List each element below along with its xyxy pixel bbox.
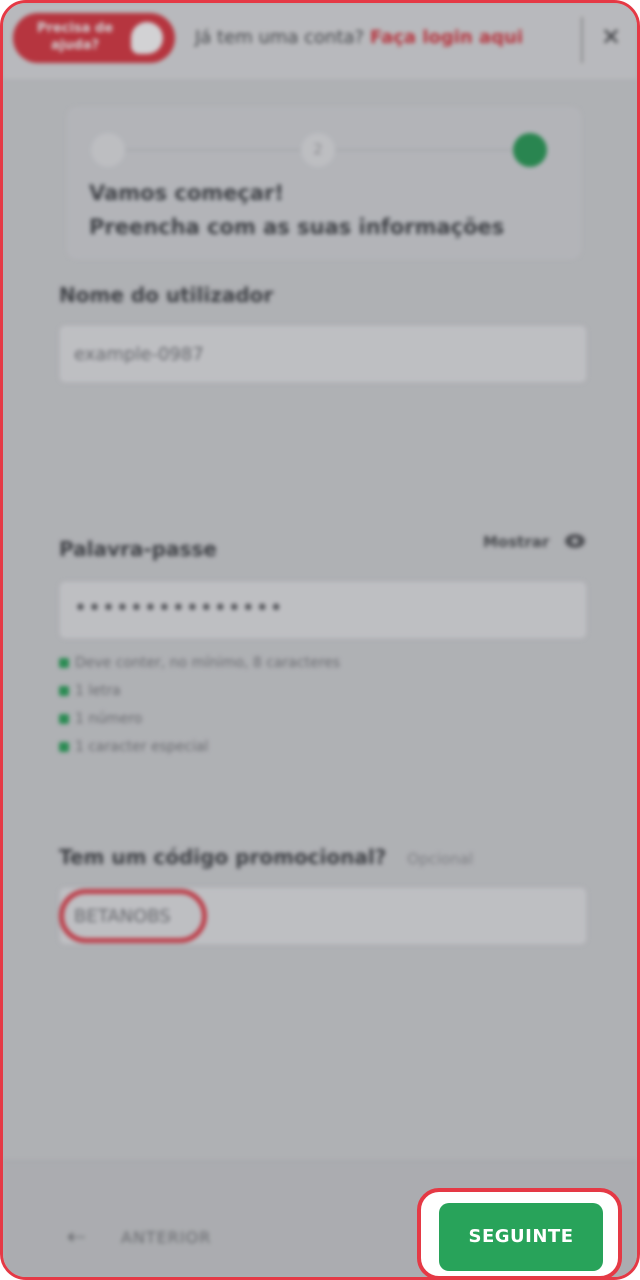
step-number: 2: [313, 142, 323, 158]
chat-bubble-icon: [131, 22, 163, 54]
eye-icon[interactable]: [565, 534, 585, 548]
arrow-left-icon: ⇠: [67, 1225, 86, 1250]
promo-label: Tem um código promocional? Opcional: [59, 845, 473, 869]
next-button[interactable]: SEGUINTE: [439, 1203, 603, 1271]
username-input[interactable]: example-0987: [59, 325, 587, 383]
login-prompt: Já tem uma conta? Faça login aqui: [195, 27, 523, 48]
password-label: Palavra-passe: [59, 537, 217, 561]
username-value: example-0987: [74, 344, 204, 365]
promo-label-text: Tem um código promocional?: [59, 845, 387, 869]
login-prompt-text: Já tem uma conta?: [195, 27, 365, 48]
step-indicator-3-active: [513, 133, 547, 167]
password-rule: 1 letra: [59, 683, 340, 711]
close-icon[interactable]: ✕: [593, 19, 629, 55]
screenshot-frame: Precisa de ajuda? Já tem uma conta? Faça…: [0, 0, 640, 1280]
password-rule: 1 número: [59, 711, 340, 739]
promo-code-highlight: [59, 889, 207, 943]
help-button[interactable]: Precisa de ajuda?: [13, 13, 175, 63]
back-button-label: ANTERIOR: [121, 1228, 212, 1247]
password-rule: Deve conter, no mínimo, 8 caracteres: [59, 655, 340, 683]
steps-title: Vamos começar!: [89, 181, 284, 205]
check-icon: [59, 658, 69, 668]
password-mask: •••••••••••••••: [74, 596, 284, 621]
login-link[interactable]: Faça login aqui: [370, 27, 523, 48]
check-icon: [59, 686, 69, 696]
password-rules: Deve conter, no mínimo, 8 caracteres 1 l…: [59, 655, 340, 767]
username-label: Nome do utilizador: [59, 283, 274, 307]
password-rule: 1 caracter especial: [59, 739, 340, 767]
header-divider: [581, 17, 583, 63]
password-input[interactable]: •••••••••••••••: [59, 581, 587, 639]
steps-subtitle: Preencha com as suas informações: [89, 215, 505, 239]
help-button-label: Precisa de ajuda?: [36, 21, 114, 53]
show-password-toggle[interactable]: Mostrar: [483, 533, 549, 551]
step-indicator-2: 2: [301, 133, 335, 167]
header-bar: Precisa de ajuda? Já tem uma conta? Faça…: [3, 3, 637, 79]
progress-steps-card: 2 Vamos começar! Preencha com as suas in…: [67, 107, 581, 259]
check-icon: [59, 742, 69, 752]
promo-optional-tag: Opcional: [407, 850, 474, 868]
registration-screen: Precisa de ajuda? Já tem uma conta? Faça…: [3, 3, 637, 1277]
step-indicator-1: [91, 133, 125, 167]
check-icon: [59, 714, 69, 724]
